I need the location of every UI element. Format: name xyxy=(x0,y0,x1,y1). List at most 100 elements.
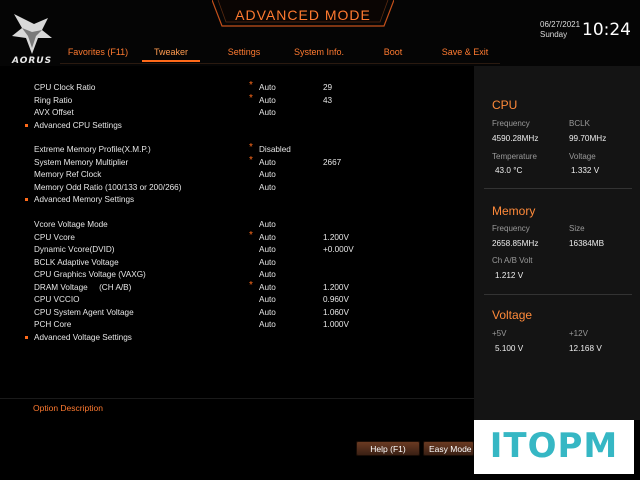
setting-label: BCLK Adaptive Voltage xyxy=(34,257,119,267)
clock-time: 10:24 xyxy=(582,20,631,40)
modified-star: * xyxy=(249,279,253,291)
submenu-bullet-icon xyxy=(25,123,28,127)
setting-current: 29 xyxy=(323,83,333,92)
memory-size-label: Size xyxy=(569,224,585,233)
voltage-section-title: Voltage xyxy=(492,308,533,322)
tab-bar: Favorites (F11) Tweaker Settings System … xyxy=(60,46,500,64)
setting-row[interactable]: CPU System Agent Voltage Auto 1.060V xyxy=(0,307,474,319)
setting-label: CPU VCCIO xyxy=(34,295,80,304)
setting-row[interactable]: Memory Odd Ratio (100/133 or 200/266) Au… xyxy=(0,182,474,194)
tab-system-info[interactable]: System Info. xyxy=(284,46,354,64)
cpu-frequency-value: 4590.28MHz xyxy=(492,134,539,143)
modified-star: * xyxy=(249,154,253,166)
setting-row[interactable]: Dynamic Vcore(DVID) Auto +0.000V xyxy=(0,244,474,256)
tab-boot[interactable]: Boot xyxy=(360,46,426,64)
cpu-voltage-value: 1.332 V xyxy=(571,166,600,175)
submenu-row[interactable]: Advanced Voltage Settings xyxy=(0,332,474,344)
cpu-bclk-value: 99.70MHz xyxy=(569,134,607,143)
setting-label: CPU Clock Ratio xyxy=(34,83,96,92)
setting-label: CPU System Agent Voltage xyxy=(34,307,134,317)
hardware-monitor-panel: CPU Frequency BCLK 4590.28MHz 99.70MHz T… xyxy=(474,66,640,420)
setting-row[interactable]: Memory Ref Clock Auto xyxy=(0,169,474,181)
memory-volt-value: 1.212 V xyxy=(495,271,524,280)
panel-divider xyxy=(484,188,632,189)
setting-row[interactable]: BCLK Adaptive Voltage Auto xyxy=(0,257,474,269)
setting-current: 1.060V xyxy=(323,307,349,317)
tab-save-exit[interactable]: Save & Exit xyxy=(430,46,500,64)
memory-volt-label: Ch A/B Volt xyxy=(492,256,533,265)
setting-value[interactable]: Auto xyxy=(259,319,276,331)
memory-section-title: Memory xyxy=(492,204,536,218)
setting-value[interactable]: Auto xyxy=(259,219,276,231)
tab-settings[interactable]: Settings xyxy=(210,46,278,64)
setting-row[interactable]: Extreme Memory Profile(X.M.P.) * Disable… xyxy=(0,142,474,156)
voltage-5v-label: +5V xyxy=(492,329,507,338)
setting-value[interactable]: Auto xyxy=(259,232,276,244)
tab-favorites[interactable]: Favorites (F11) xyxy=(60,46,136,64)
setting-value[interactable]: Auto xyxy=(259,294,276,306)
voltage-5v-value: 5.100 V xyxy=(495,344,524,353)
setting-current: 1.200V xyxy=(323,232,349,242)
setting-row[interactable]: CPU Vcore * Auto 1.200V xyxy=(0,230,474,244)
submenu-row[interactable]: Advanced CPU Settings xyxy=(0,120,474,132)
option-description-title: Option Description xyxy=(33,403,103,413)
submenu-bullet-icon xyxy=(25,198,28,201)
submenu-label: Advanced CPU Settings xyxy=(34,120,122,130)
header-bar: AORUS ADVANCED MODE Favorites (F11) Twea… xyxy=(0,0,640,66)
tab-underline xyxy=(60,63,500,64)
setting-label: Dynamic Vcore(DVID) xyxy=(34,245,115,254)
setting-label: AVX Offset xyxy=(34,108,74,117)
setting-row[interactable]: AVX Offset Auto xyxy=(0,107,474,119)
setting-current: +0.000V xyxy=(323,245,354,254)
setting-value[interactable]: Auto xyxy=(259,169,276,181)
watermark-text: ITOPM xyxy=(489,426,619,466)
help-button[interactable]: Help (F1) xyxy=(356,441,420,456)
date-text: 06/27/2021 xyxy=(540,20,581,29)
setting-value[interactable]: Auto xyxy=(259,269,276,281)
setting-value[interactable]: Auto xyxy=(259,182,276,194)
setting-row[interactable]: CPU VCCIO Auto 0.960V xyxy=(0,294,474,306)
setting-row[interactable]: PCH Core Auto 1.000V xyxy=(0,319,474,331)
setting-value[interactable]: Auto xyxy=(259,157,276,169)
setting-current: 1.200V xyxy=(323,282,349,292)
setting-value[interactable]: Auto xyxy=(259,307,276,319)
voltage-12v-label: +12V xyxy=(569,329,588,338)
setting-row[interactable]: System Memory Multiplier * Auto 2667 xyxy=(0,154,474,169)
setting-row[interactable]: Vcore Voltage Mode Auto xyxy=(0,219,474,231)
setting-value[interactable]: Disabled xyxy=(259,144,291,156)
setting-current: 2667 xyxy=(323,157,342,167)
memory-frequency-label: Frequency xyxy=(492,224,530,233)
panel-divider xyxy=(484,294,632,295)
setting-row[interactable]: CPU Clock Ratio * Auto 29 xyxy=(0,80,474,94)
submenu-bullet-icon xyxy=(25,335,28,339)
cpu-temperature-label: Temperature xyxy=(492,152,537,161)
setting-value[interactable]: Auto xyxy=(259,107,276,119)
cpu-voltage-label: Voltage xyxy=(569,152,596,161)
setting-value[interactable]: Auto xyxy=(259,82,276,94)
submenu-label: Advanced Memory Settings xyxy=(34,195,135,204)
setting-row[interactable]: DRAM Voltage (CH A/B) * Auto 1.200V xyxy=(0,279,474,294)
setting-value[interactable]: Auto xyxy=(259,282,276,294)
modified-star: * xyxy=(249,142,253,153)
submenu-label: Advanced Voltage Settings xyxy=(34,332,132,342)
setting-value[interactable]: Auto xyxy=(259,257,276,269)
setting-label: System Memory Multiplier xyxy=(34,157,129,167)
easy-mode-button[interactable]: Easy Mode (F xyxy=(423,441,474,456)
setting-label: PCH Core xyxy=(34,320,72,329)
setting-value[interactable]: Auto xyxy=(259,95,276,107)
setting-label: Memory Odd Ratio (100/133 or 200/266) xyxy=(34,182,182,192)
cpu-section-title: CPU xyxy=(492,98,518,112)
setting-label: Memory Ref Clock xyxy=(34,170,102,179)
cpu-temperature-value: 43.0 °C xyxy=(495,166,523,175)
submenu-row[interactable]: Advanced Memory Settings xyxy=(0,194,474,206)
cpu-bclk-label: BCLK xyxy=(569,119,590,128)
cpu-frequency-label: Frequency xyxy=(492,119,530,128)
memory-size-value: 16384MB xyxy=(569,239,605,248)
setting-row[interactable]: CPU Graphics Voltage (VAXG) Auto xyxy=(0,269,474,281)
watermark-badge: ITOPM xyxy=(474,420,634,474)
modified-star: * xyxy=(249,92,253,104)
setting-value[interactable]: Auto xyxy=(259,244,276,256)
setting-row[interactable]: Ring Ratio * Auto 43 xyxy=(0,92,474,107)
setting-label: CPU Vcore xyxy=(34,232,75,242)
tab-tweaker[interactable]: Tweaker xyxy=(138,46,204,64)
